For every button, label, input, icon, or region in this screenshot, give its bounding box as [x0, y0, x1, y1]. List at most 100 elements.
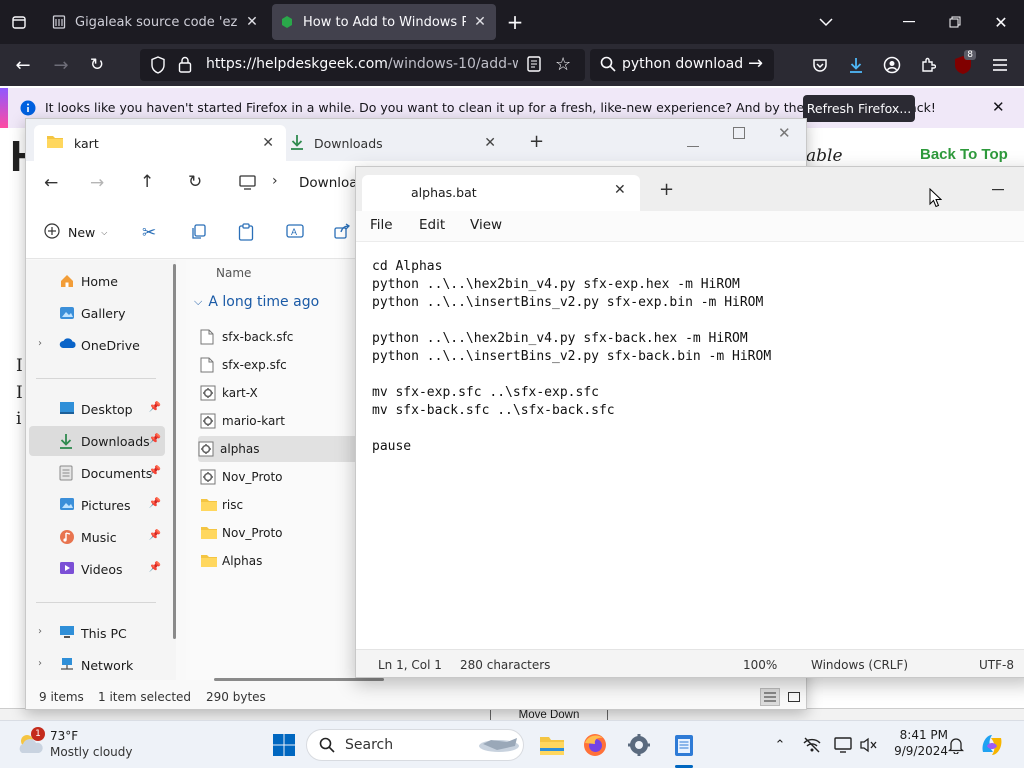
column-header-name[interactable]: Name [216, 266, 251, 280]
new-tab-icon[interactable]: + [504, 10, 526, 34]
pin-icon[interactable]: 📌 [149, 530, 161, 541]
new-tab-icon[interactable]: + [529, 131, 544, 152]
network-disconnected-icon[interactable] [803, 736, 821, 754]
copilot-icon[interactable] [978, 731, 1006, 759]
pin-icon[interactable]: 📌 [149, 402, 161, 413]
file-explorer-taskbar-icon[interactable] [538, 731, 566, 759]
notepad-tab-alphas[interactable]: alphas.bat ✕ [362, 175, 640, 211]
nav-item-music[interactable]: Music 📌 [29, 522, 165, 552]
close-tab-icon[interactable]: ✕ [484, 135, 496, 151]
browser-tab-gigaleak[interactable]: Gigaleak source code 'ezbuild ✕ [44, 4, 268, 40]
group-header[interactable]: ⌵ A long time ago [194, 294, 319, 310]
forward-arrow-icon[interactable]: → [90, 173, 104, 193]
pin-icon[interactable]: 📌 [149, 434, 161, 445]
encoding[interactable]: UTF-8 [979, 658, 1014, 672]
notification-bell-icon[interactable] [947, 736, 965, 754]
back-arrow-icon[interactable]: ← [44, 173, 58, 193]
nav-item-gallery[interactable]: Gallery [29, 298, 165, 328]
forward-arrow-icon[interactable]: → [50, 55, 72, 76]
maximize-icon[interactable] [733, 127, 745, 142]
breadcrumb-chevron-icon[interactable]: › [272, 173, 278, 189]
bookmark-star-icon[interactable]: ☆ [555, 54, 571, 75]
computer-icon[interactable] [239, 175, 256, 193]
tab-list-chevron-icon[interactable] [815, 12, 837, 32]
close-window-icon[interactable]: ✕ [990, 12, 1012, 32]
refresh-icon[interactable]: ↻ [188, 172, 202, 192]
start-windows-icon[interactable] [270, 731, 298, 759]
nav-item-onedrive[interactable]: › OneDrive [29, 330, 165, 360]
reader-view-icon[interactable] [527, 56, 541, 76]
share-icon[interactable] [334, 223, 351, 242]
lock-icon[interactable] [178, 56, 192, 77]
extensions-icon[interactable] [918, 55, 938, 75]
display-icon[interactable] [834, 736, 852, 754]
menu-file[interactable]: File [370, 217, 393, 233]
back-to-top-link[interactable]: Back To Top [920, 146, 1008, 163]
browser-tab-add-to-path[interactable]: How to Add to Windows PATH ✕ [272, 4, 496, 40]
text-editor-area[interactable]: cd Alphas python ..\..\hex2bin_v4.py sfx… [356, 241, 1024, 649]
nav-item-desktop[interactable]: Desktop 📌 [29, 394, 165, 424]
horizontal-scrollbar[interactable] [214, 678, 384, 681]
explorer-tab-kart[interactable]: kart ✕ [34, 125, 286, 161]
taskbar-search-box[interactable]: Search [306, 729, 524, 761]
pocket-icon[interactable] [810, 55, 830, 75]
weather-widget[interactable]: 1 73°F Mostly cloudy [16, 727, 166, 763]
pin-icon[interactable]: 📌 [149, 466, 161, 477]
chevron-up-icon[interactable]: ⌃ [771, 736, 789, 754]
new-tab-icon[interactable]: + [659, 179, 674, 200]
close-notification-icon[interactable]: ✕ [992, 98, 1005, 116]
go-arrow-icon[interactable]: → [748, 53, 763, 74]
explorer-tab-downloads[interactable]: Downloads ✕ [282, 125, 504, 161]
reload-icon[interactable]: ↻ [86, 55, 108, 75]
pin-icon[interactable]: 📌 [149, 562, 161, 573]
refresh-firefox-button[interactable]: Refresh Firefox... [803, 95, 915, 122]
pin-icon[interactable]: 📌 [149, 498, 161, 509]
hamburger-menu-icon[interactable] [990, 55, 1010, 75]
search-box[interactable]: python download → [590, 49, 774, 81]
volume-muted-icon[interactable] [860, 736, 878, 754]
zoom-level[interactable]: 100% [743, 658, 777, 672]
nav-item-videos[interactable]: Videos 📌 [29, 554, 165, 584]
rename-icon[interactable]: A [286, 223, 304, 242]
close-tab-icon[interactable]: ✕ [472, 14, 488, 30]
paste-icon[interactable] [238, 223, 254, 244]
minimize-icon[interactable] [992, 180, 1004, 194]
close-window-icon[interactable]: ✕ [778, 124, 791, 142]
settings-gear-icon[interactable] [625, 731, 653, 759]
up-arrow-icon[interactable]: ↑ [140, 172, 154, 192]
nav-item-documents[interactable]: Documents 📌 [29, 458, 165, 488]
new-button[interactable]: New ⌵ [44, 223, 107, 242]
minimize-icon[interactable] [898, 12, 920, 32]
tiles-view-icon[interactable] [784, 688, 804, 706]
url-bar[interactable]: https://helpdeskgeek.com/windows-10/add-… [140, 49, 585, 81]
cut-icon[interactable]: ✂ [142, 223, 156, 243]
copy-icon[interactable] [190, 224, 206, 243]
close-tab-icon[interactable]: ✕ [244, 14, 260, 30]
nav-item-home[interactable]: Home [29, 266, 165, 296]
menu-edit[interactable]: Edit [419, 217, 445, 233]
ublock-extension-icon[interactable]: 8 [952, 50, 976, 76]
account-icon[interactable] [882, 55, 902, 75]
restore-icon[interactable] [944, 12, 966, 32]
nav-scrollbar[interactable] [173, 264, 176, 639]
expand-chevron-icon[interactable]: › [38, 626, 42, 637]
line-ending[interactable]: Windows (CRLF) [811, 658, 908, 672]
notepad-taskbar-icon[interactable] [670, 731, 698, 759]
expand-chevron-icon[interactable]: › [38, 658, 42, 669]
firefox-taskbar-icon[interactable] [581, 731, 609, 759]
url-text[interactable]: https://helpdeskgeek.com/windows-10/add-… [206, 56, 518, 72]
address-text[interactable]: Downloa [299, 175, 358, 191]
minimize-icon[interactable] [687, 137, 699, 151]
nav-item-this-pc[interactable]: › This PC [29, 618, 165, 648]
close-tab-icon[interactable]: ✕ [262, 135, 274, 151]
editor-content[interactable]: cd Alphas python ..\..\hex2bin_v4.py sfx… [372, 258, 771, 456]
clock[interactable]: 8:41 PM 9/9/2024 [884, 728, 948, 758]
expand-chevron-icon[interactable]: › [38, 338, 42, 349]
list-all-tabs-icon[interactable] [8, 12, 30, 32]
menu-view[interactable]: View [470, 217, 502, 233]
tracking-shield-icon[interactable] [150, 56, 166, 78]
nav-item-network[interactable]: › Network [29, 650, 165, 680]
close-tab-icon[interactable]: ✕ [614, 182, 626, 198]
nav-item-pictures[interactable]: Pictures 📌 [29, 490, 165, 520]
nav-item-downloads[interactable]: Downloads 📌 [29, 426, 165, 456]
